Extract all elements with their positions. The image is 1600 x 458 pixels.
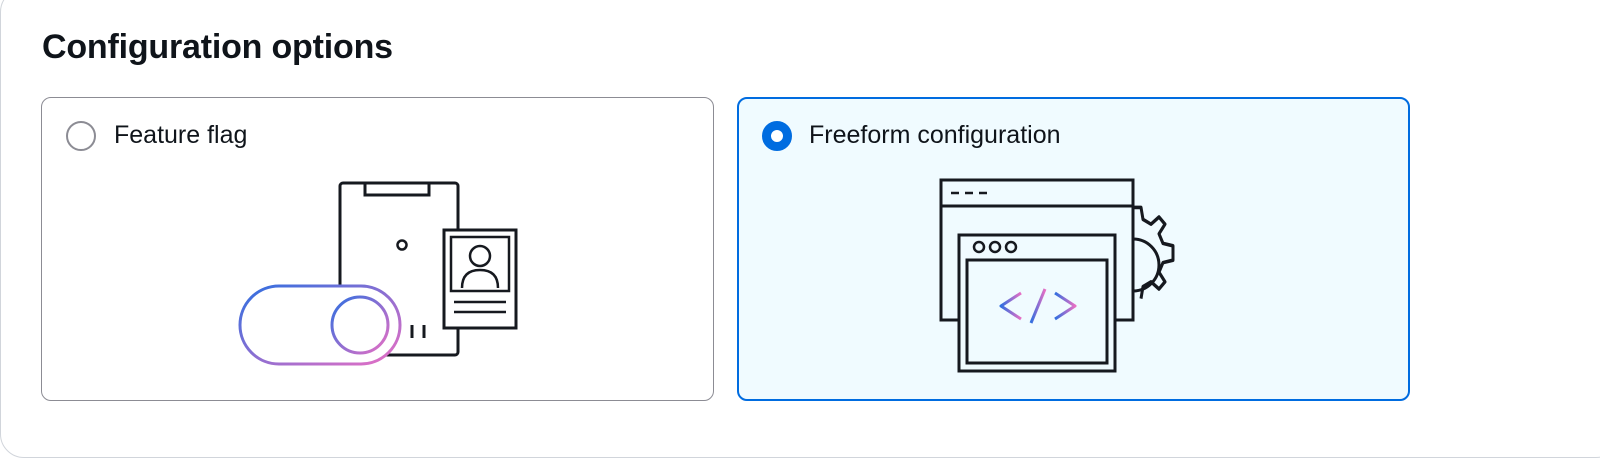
freeform-configuration-radio[interactable]	[762, 121, 792, 151]
option-tile-freeform-configuration[interactable]: Freeform configuration	[737, 97, 1410, 401]
option-tile-feature-flag[interactable]: Feature flag	[41, 97, 714, 401]
section-title: Configuration options	[42, 28, 393, 66]
freeform-configuration-illustration-icon	[939, 178, 1175, 373]
feature-flag-label: Feature flag	[114, 121, 248, 149]
feature-flag-illustration-icon	[238, 181, 518, 366]
feature-flag-radio[interactable]	[66, 121, 96, 151]
freeform-configuration-label: Freeform configuration	[809, 121, 1061, 149]
